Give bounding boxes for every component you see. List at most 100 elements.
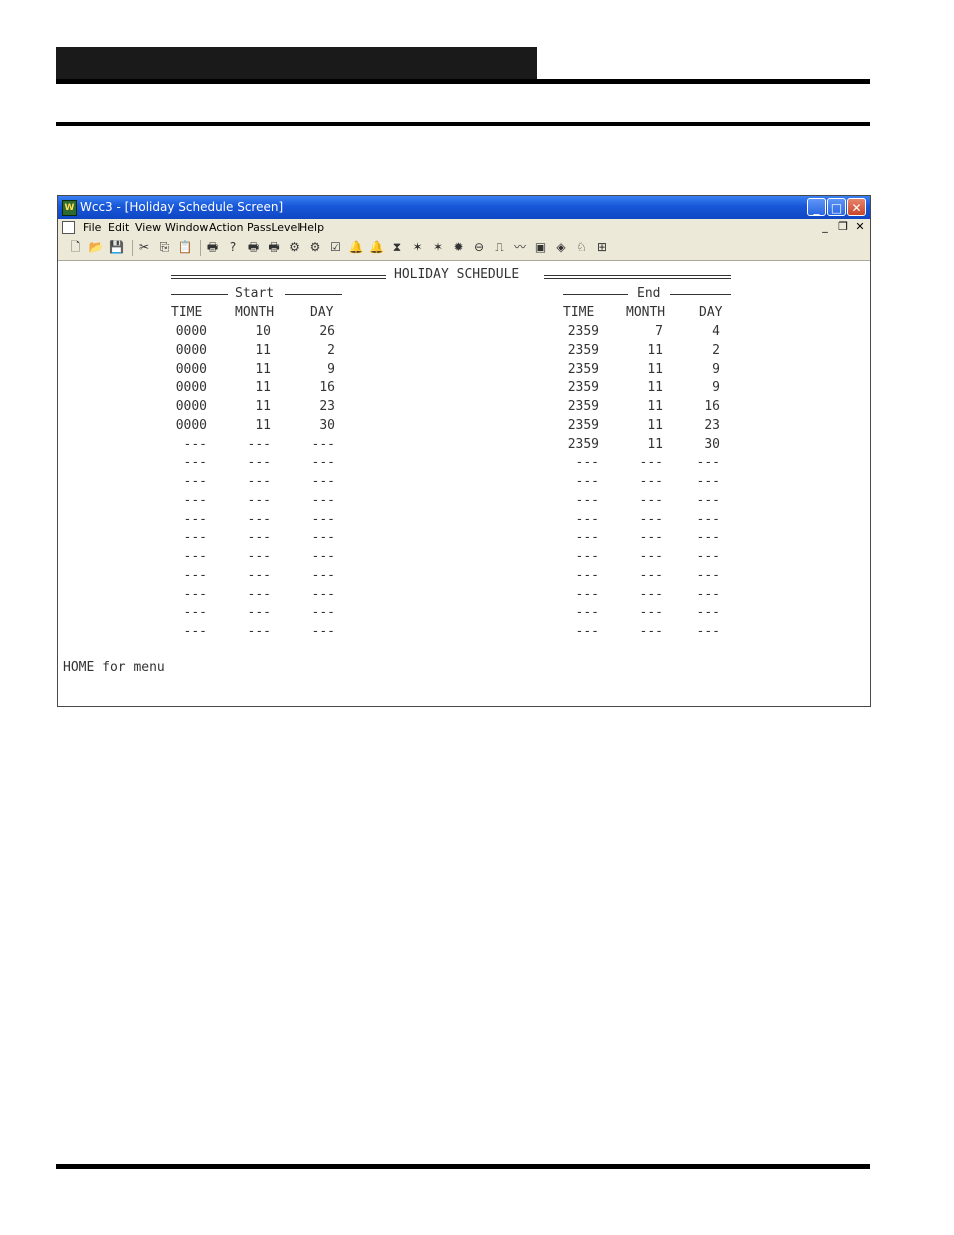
app-icon[interactable]: W [62,200,77,216]
key-icon[interactable]: ⊖ [472,240,487,255]
menu-action[interactable]: Action [209,221,243,234]
start-month-cell: --- [247,624,271,639]
end-day-cell: --- [696,492,720,508]
mdi-restore-button[interactable]: ❐ [836,220,850,234]
start-time-cell: --- [183,530,207,546]
end-day-cell: --- [696,624,720,639]
start-month-cell: --- [247,492,271,508]
end-month-cell: --- [639,511,663,527]
page-header-bar [56,47,537,80]
end-day-cell: --- [696,605,720,621]
start-day-cell: --- [311,567,335,583]
close-button[interactable]: ✕ [847,198,866,216]
toolbar-separator [131,240,133,256]
trend-icon[interactable]: 〰 [513,240,528,255]
start-day-cell: 26 [319,324,335,339]
cut-icon[interactable]: ✂ [137,240,152,255]
end-month-cell: --- [639,605,663,621]
end-month-cell: 7 [655,324,663,339]
start-day-cell: 2 [327,342,335,358]
mdi-close-button[interactable]: ✕ [853,220,867,234]
hourglass-icon[interactable]: ⧗ [390,240,405,255]
mdi-minimize-button[interactable]: _ [818,220,832,234]
minimize-button[interactable]: _ [807,198,826,216]
chart-icon[interactable]: ⎍ [492,240,507,255]
footer-rule [56,1164,870,1169]
start-month-cell: --- [247,586,271,602]
menu-passlevel[interactable]: PassLevel [247,221,300,234]
star-alt-icon[interactable]: ✶ [431,240,446,255]
menu-view[interactable]: View [135,221,161,234]
end-label: End [637,286,661,301]
end-day-header: DAY [699,305,723,320]
network-icon[interactable]: ♘ [574,240,589,255]
end-day-cell: 30 [704,436,720,452]
end-month-cell: 11 [647,361,663,377]
header-rule [56,79,870,84]
end-month-cell: 11 [647,417,663,433]
menu-help[interactable]: Help [299,221,324,234]
end-month-cell: --- [639,492,663,508]
start-time-cell: 0000 [175,399,207,414]
new-icon[interactable]: 🗋 [68,240,83,255]
copy-icon[interactable]: ⎘ [157,240,172,255]
end-month-cell: --- [639,474,663,489]
paste-icon[interactable]: 📋 [178,240,193,255]
end-time-cell: --- [575,530,599,546]
start-month-cell: 11 [255,361,271,377]
start-day-cell: --- [311,492,335,508]
tool-b-icon[interactable]: ⚙ [308,240,323,255]
start-day-cell: --- [311,605,335,621]
start-day-cell: --- [311,624,335,639]
end-time-cell: --- [575,492,599,508]
start-time-cell: --- [183,586,207,602]
bell-alt-icon[interactable]: 🔔 [369,240,384,255]
print-preview-icon[interactable]: 🖶 [267,240,282,255]
start-time-cell: 0000 [175,342,207,358]
start-day-cell: --- [311,436,335,452]
start-month-cell: --- [247,530,271,546]
tool-a-icon[interactable]: ⚙ [287,240,302,255]
start-day-header: DAY [310,305,334,320]
menu-window[interactable]: Window [165,221,208,234]
end-time-cell: 2359 [567,361,599,377]
end-month-cell: --- [639,586,663,602]
end-time-cell: 2359 [567,380,599,396]
start-time-cell: 0000 [175,417,207,433]
star-icon[interactable]: ✶ [410,240,425,255]
document-icon[interactable] [62,221,75,234]
print-icon[interactable]: 🖶 [205,240,220,255]
tree-icon[interactable]: ⊞ [595,240,610,255]
title-bar[interactable]: W Wcc3 - [Holiday Schedule Screen] _ □ ✕ [58,196,870,219]
end-time-cell: --- [575,624,599,639]
end-month-cell: 11 [647,436,663,452]
tool-c-icon[interactable]: ☑ [328,240,343,255]
start-month-cell: 10 [255,324,271,339]
start-day-cell: --- [311,586,335,602]
print-setup-icon[interactable]: 🖶 [246,240,261,255]
menu-bar: File Edit View Window Action PassLevel H… [58,219,870,236]
start-time-header: TIME [171,305,203,320]
end-time-cell: 2359 [567,417,599,433]
start-month-header: MONTH [235,305,275,320]
bell-icon[interactable]: 🔔 [349,240,364,255]
end-month-header: MONTH [626,305,666,320]
display-icon[interactable]: ▣ [533,240,548,255]
maximize-button[interactable]: □ [827,198,846,216]
footer-hint: HOME for menu [63,660,165,675]
start-time-cell: 0000 [175,324,207,339]
menu-edit[interactable]: Edit [108,221,129,234]
save-icon[interactable]: 💾 [109,240,124,255]
eye-icon[interactable]: ◈ [554,240,569,255]
help-icon[interactable]: ? [226,240,241,255]
toolbar-separator [200,240,201,256]
menu-file[interactable]: File [83,221,101,234]
end-time-cell: --- [575,455,599,471]
start-time-cell: 0000 [175,361,207,377]
start-month-cell: 11 [255,342,271,358]
badge-icon[interactable]: ✹ [451,240,466,255]
open-icon[interactable]: 📂 [89,240,104,255]
title-rule-left [171,275,386,279]
end-day-cell: --- [696,455,720,471]
start-day-cell: --- [311,549,335,564]
